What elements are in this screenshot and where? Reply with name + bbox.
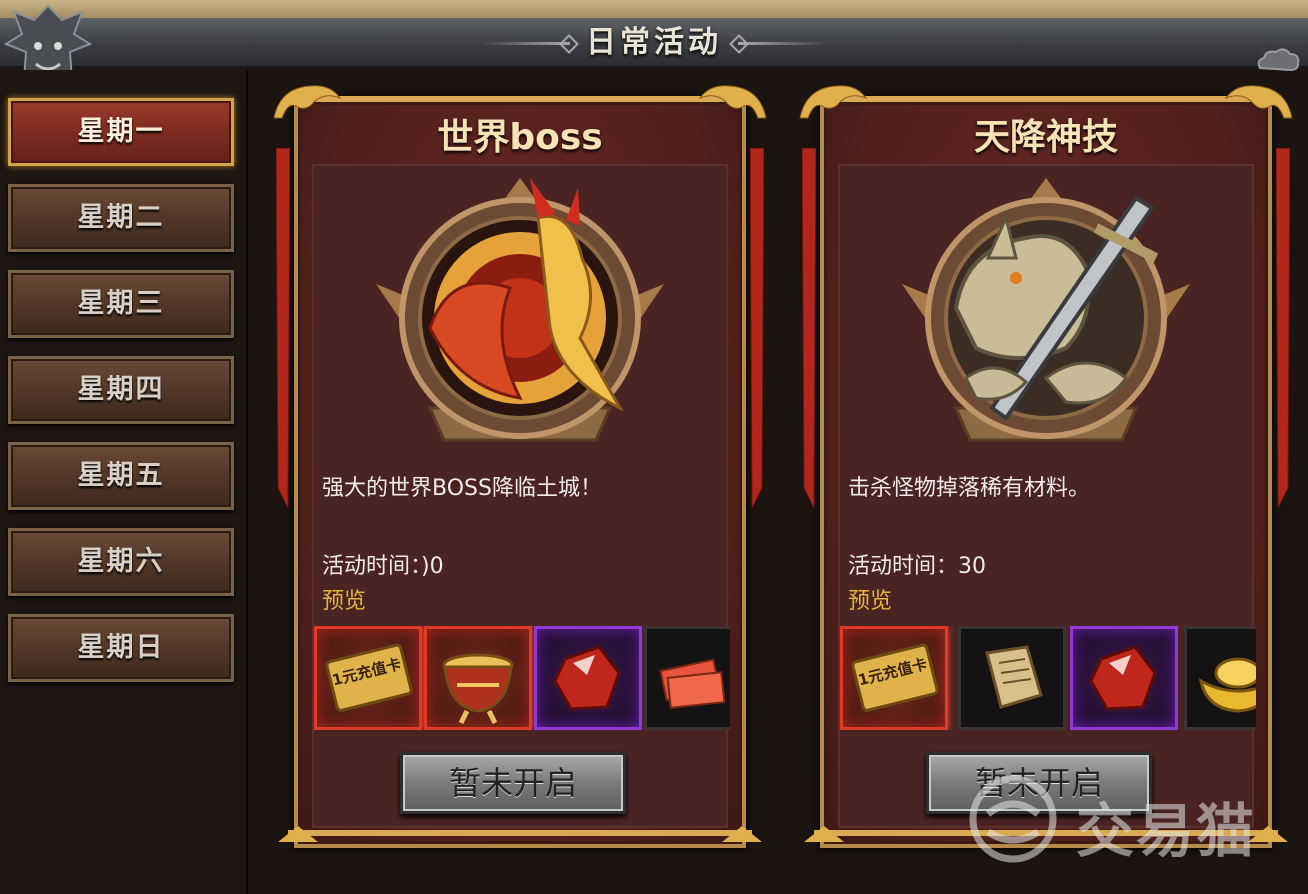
watermark: 交易猫 bbox=[958, 774, 1288, 865]
tab-monday[interactable]: 星期一 bbox=[8, 98, 234, 166]
scroll-icon bbox=[985, 645, 1043, 709]
cloud-ornament-icon bbox=[1257, 48, 1300, 72]
title-bar: 日常活动 bbox=[0, 18, 1308, 72]
tab-thursday[interactable]: 星期四 bbox=[8, 356, 234, 424]
reward-items: 1元充值卡 bbox=[840, 626, 1256, 730]
golden-cauldron-icon bbox=[442, 653, 514, 725]
reward-item[interactable]: 1元充值卡 bbox=[314, 626, 422, 730]
activity-time-label: 活动时间： bbox=[848, 554, 959, 579]
recharge-card-icon: 1元充值卡 bbox=[851, 643, 939, 712]
activity-card-divine-skill: 天降神技 击杀怪物掉落稀有材料。 活动时间：30 预览 1元充值卡 暂未开启 bbox=[796, 78, 1296, 848]
watermark-text: 交易猫 bbox=[1076, 797, 1257, 865]
activity-card-world-boss: 世界boss 强大的世界BOSS降临土城！ 活动时间：)0 预览 1元充值卡 暂… bbox=[270, 78, 770, 848]
reward-item[interactable] bbox=[644, 626, 730, 730]
activity-time: 活动时间：30 bbox=[848, 548, 986, 580]
reward-item[interactable] bbox=[1184, 626, 1256, 730]
weekday-sidebar: 星期一 星期二 星期三 星期四 星期五 星期六 星期日 bbox=[0, 70, 248, 894]
preview-label: 预览 bbox=[322, 589, 367, 614]
reward-items: 1元充值卡 bbox=[314, 626, 730, 730]
reward-item[interactable] bbox=[958, 626, 1066, 730]
red-gem-icon bbox=[553, 645, 621, 711]
gold-ingot-icon bbox=[1198, 657, 1256, 713]
stone-dragon-sword-icon bbox=[902, 178, 1190, 442]
not-open-button[interactable]: 暂未开启 bbox=[400, 752, 626, 814]
cat-logo-icon bbox=[969, 775, 1057, 863]
curtain-right bbox=[1276, 148, 1290, 508]
reward-item[interactable] bbox=[424, 626, 532, 730]
activity-description: 强大的世界BOSS降临土城！ bbox=[322, 476, 602, 501]
tab-sunday[interactable]: 星期日 bbox=[8, 614, 234, 682]
activity-time-value: )0 bbox=[421, 554, 444, 579]
red-gem-icon bbox=[1089, 645, 1157, 711]
preview-label: 预览 bbox=[848, 589, 893, 614]
reward-item[interactable] bbox=[534, 626, 642, 730]
activity-time-value: 30 bbox=[958, 554, 987, 579]
top-border-strip bbox=[0, 0, 1308, 18]
tab-saturday[interactable]: 星期六 bbox=[8, 528, 234, 596]
activity-description: 击杀怪物掉落稀有材料。 bbox=[848, 476, 1091, 501]
reward-item[interactable]: 1元充值卡 bbox=[840, 626, 948, 730]
curtain-left bbox=[276, 148, 290, 508]
activity-title: 天降神技 bbox=[973, 117, 1118, 158]
activity-title: 世界boss bbox=[437, 117, 603, 158]
tab-tuesday[interactable]: 星期二 bbox=[8, 184, 234, 252]
activity-time-label: 活动时间： bbox=[322, 554, 422, 579]
card-bottom-ornament bbox=[278, 826, 762, 842]
tab-wednesday[interactable]: 星期三 bbox=[8, 270, 234, 338]
recharge-card-icon: 1元充值卡 bbox=[325, 643, 413, 712]
curtain-right bbox=[750, 148, 764, 508]
reward-item[interactable] bbox=[1070, 626, 1178, 730]
window-title: 日常活动 bbox=[586, 25, 722, 60]
title-ornament-right bbox=[738, 42, 828, 45]
curtain-left bbox=[802, 148, 816, 508]
activity-time: 活动时间：)0 bbox=[322, 548, 444, 580]
paper-tickets-icon bbox=[659, 658, 726, 709]
tab-friday[interactable]: 星期五 bbox=[8, 442, 234, 510]
fire-dragon-icon bbox=[376, 178, 664, 442]
